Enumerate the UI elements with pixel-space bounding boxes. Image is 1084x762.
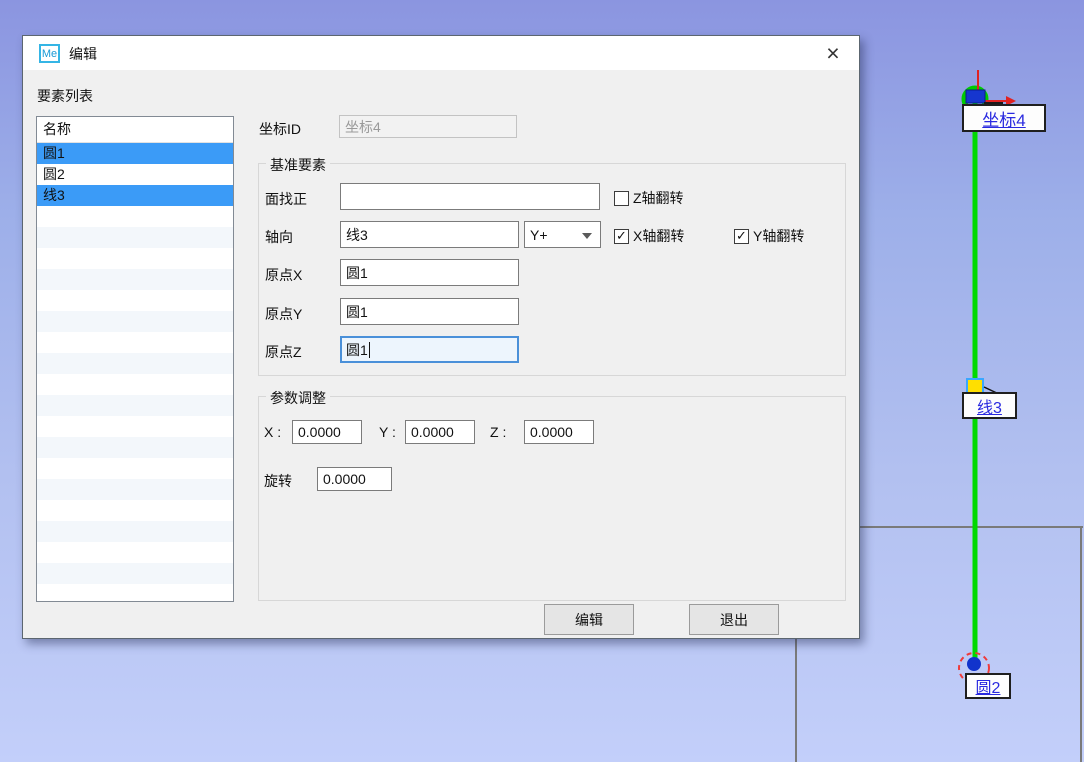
list-item-circle2[interactable]: 圆2 [37, 164, 233, 185]
checkbox-x-flip-label: X轴翻转 [633, 226, 684, 246]
list-empty-row [37, 458, 233, 479]
rotation-input[interactable] [317, 467, 392, 491]
list-empty-row [37, 500, 233, 521]
list-empty-row [37, 290, 233, 311]
viewport-label-coord4[interactable]: 坐标4 [962, 104, 1046, 132]
param-y-label: Y : [379, 424, 396, 440]
base-elements-group: 基准要素 面找正 Z轴翻转 轴向 Y+ X轴翻转 Y轴翻转 原点X [258, 163, 846, 376]
list-empty-row [37, 563, 233, 584]
checkbox-y-flip-label: Y轴翻转 [753, 226, 804, 246]
list-item-line3[interactable]: 线3 [37, 185, 233, 206]
axis-label: 轴向 [265, 227, 293, 247]
list-empty-row [37, 542, 233, 563]
face-align-label: 面找正 [265, 189, 307, 209]
axis-input[interactable] [340, 221, 519, 248]
list-empty-row [37, 584, 233, 602]
edit-dialog: Me 编辑 × 要素列表 名称 圆1 圆2 线3 [22, 35, 860, 639]
axis-direction-select[interactable]: Y+ [524, 221, 601, 248]
dialog-titlebar[interactable]: Me 编辑 × [23, 36, 859, 70]
checkbox-unchecked-icon[interactable] [614, 191, 629, 206]
axis-direction-value: Y+ [530, 227, 548, 243]
list-empty-row [37, 332, 233, 353]
checkbox-checked-icon[interactable] [734, 229, 749, 244]
viewport-label-line3[interactable]: 线3 [962, 392, 1017, 419]
list-empty-row [37, 395, 233, 416]
origin-y-input[interactable] [340, 298, 519, 325]
checkbox-y-flip[interactable]: Y轴翻转 [734, 226, 804, 246]
checkbox-z-flip-label: Z轴翻转 [633, 188, 684, 208]
coord-id-input [339, 115, 517, 138]
close-icon[interactable]: × [819, 40, 847, 66]
origin-x-label: 原点X [265, 265, 302, 285]
chevron-down-icon [582, 233, 592, 239]
parameter-adjust-group-label: 参数调整 [266, 388, 330, 408]
element-list-label: 要素列表 [37, 86, 93, 106]
list-header-name[interactable]: 名称 [37, 117, 233, 143]
viewport-3d: 坐标4 线3 圆2 Me 编辑 × 要素列表 名称 圆1 圆2 线3 [0, 0, 1084, 762]
dialog-title: 编辑 [69, 44, 97, 64]
origin-x-input[interactable] [340, 259, 519, 286]
viewport-label-circle2[interactable]: 圆2 [965, 673, 1011, 699]
list-empty-row [37, 521, 233, 542]
param-z-input[interactable] [524, 420, 594, 444]
checkbox-z-flip[interactable]: Z轴翻转 [614, 188, 684, 208]
list-empty-row [37, 311, 233, 332]
exit-button[interactable]: 退出 [689, 604, 779, 635]
origin-y-label: 原点Y [265, 304, 302, 324]
base-elements-group-label: 基准要素 [266, 155, 330, 175]
coord-id-label: 坐标ID [259, 119, 301, 139]
param-x-label: X : [264, 424, 281, 440]
list-empty-row [37, 353, 233, 374]
list-empty-row [37, 206, 233, 227]
list-empty-row [37, 227, 233, 248]
text-cursor [369, 342, 371, 358]
origin-z-value: 圆1 [346, 340, 368, 360]
list-empty-row [37, 374, 233, 395]
param-z-label: Z : [490, 424, 506, 440]
origin-z-input[interactable]: 圆1 [340, 336, 519, 363]
list-empty-row [37, 416, 233, 437]
origin-z-label: 原点Z [265, 342, 302, 362]
list-empty-row [37, 479, 233, 500]
rotation-label: 旋转 [264, 471, 292, 491]
checkbox-x-flip[interactable]: X轴翻转 [614, 226, 684, 246]
app-icon: Me [39, 44, 60, 63]
list-empty-row [37, 248, 233, 269]
face-align-input[interactable] [340, 183, 600, 210]
parameter-adjust-group: 参数调整 X : Y : Z : 旋转 [258, 396, 846, 601]
param-x-input[interactable] [292, 420, 362, 444]
list-item-circle1[interactable]: 圆1 [37, 143, 233, 164]
param-y-input[interactable] [405, 420, 475, 444]
edit-button[interactable]: 编辑 [544, 604, 634, 635]
checkbox-checked-icon[interactable] [614, 229, 629, 244]
list-empty-row [37, 269, 233, 290]
element-list[interactable]: 名称 圆1 圆2 线3 [36, 116, 234, 602]
list-empty-row [37, 437, 233, 458]
